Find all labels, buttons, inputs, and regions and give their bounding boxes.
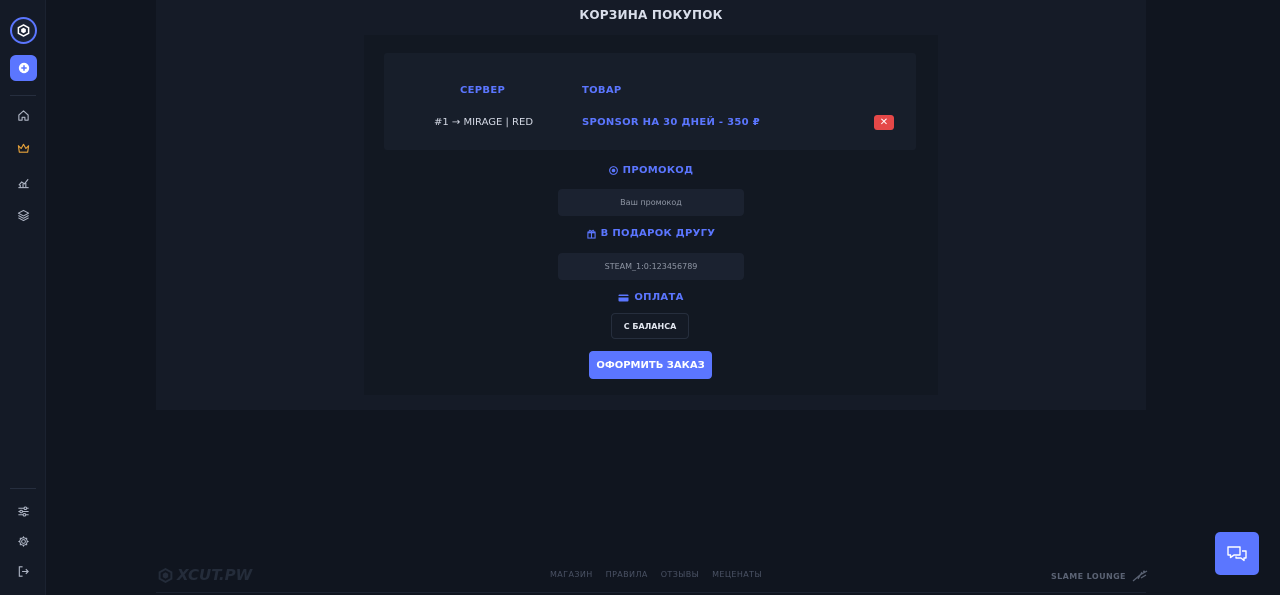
logo-icon[interactable] (10, 17, 37, 44)
support-chat-button[interactable] (1215, 532, 1259, 575)
promo-label-text: ПРОМОКОД (622, 165, 694, 176)
page-title: КОРЗИНА ПОКУПОК (579, 8, 723, 22)
cart-panel: КОРЗИНА ПОКУПОК СЕРВЕР ТОВАР #1 → MIRAGE… (156, 0, 1146, 410)
slame-lounge-logo-icon (1132, 570, 1148, 582)
footer-nav: МАГАЗИН ПРАВИЛА ОТЗЫВЫ МЕЦЕНАТЫ (550, 570, 762, 579)
credit-card-icon (618, 294, 629, 301)
gift-label-text: В ПОДАРОК ДРУГУ (600, 228, 716, 239)
crown-icon[interactable] (14, 139, 32, 157)
gift-label: В ПОДАРОК ДРУГУ (364, 228, 938, 239)
footer-link-reviews[interactable]: ОТЗЫВЫ (661, 570, 699, 579)
cart-table: СЕРВЕР ТОВАР #1 → MIRAGE | RED SPONSOR Н… (384, 53, 916, 150)
home-icon[interactable] (14, 106, 32, 124)
promo-code-input[interactable] (558, 189, 744, 216)
footer-link-patrons[interactable]: МЕЦЕНАТЫ (712, 570, 762, 579)
footer-logo-text: XCUT.PW (177, 566, 253, 584)
sliders-icon[interactable] (14, 502, 32, 520)
footer-divider (156, 592, 1146, 593)
chat-icon (1227, 545, 1247, 561)
footer-credit-text: SLAME LOUNGE (1051, 571, 1126, 581)
footer-logo[interactable]: XCUT.PW (158, 566, 252, 584)
chart-icon[interactable] (14, 173, 32, 191)
payment-label-text: ОПЛАТА (634, 292, 684, 303)
sidebar (0, 0, 46, 595)
layers-icon[interactable] (14, 206, 32, 224)
checkout-form: СЕРВЕР ТОВАР #1 → MIRAGE | RED SPONSOR Н… (364, 35, 938, 395)
plus-icon[interactable] (10, 55, 37, 81)
column-header-product: ТОВАР (582, 85, 622, 96)
cart-item-product: SPONSOR НА 30 ДНЕЙ - 350 ₽ (582, 117, 760, 128)
brand-hex-icon (158, 567, 173, 583)
footer-link-rules[interactable]: ПРАВИЛА (606, 570, 648, 579)
logout-icon[interactable] (14, 562, 32, 580)
payment-method-balance[interactable]: С БАЛАНСА (611, 313, 689, 339)
promo-label: ПРОМОКОД (364, 165, 938, 176)
steam-id-input[interactable] (558, 253, 744, 280)
payment-label: ОПЛАТА (364, 292, 938, 303)
footer-credit[interactable]: SLAME LOUNGE (1051, 569, 1148, 583)
sidebar-divider (10, 488, 36, 489)
place-order-button[interactable]: ОФОРМИТЬ ЗАКАЗ (589, 351, 712, 379)
gift-icon (587, 229, 596, 239)
promo-icon (608, 166, 618, 175)
sidebar-divider (10, 95, 36, 96)
gear-icon[interactable] (14, 532, 32, 550)
remove-item-button[interactable]: ✕ (874, 115, 894, 130)
column-header-server: СЕРВЕР (460, 85, 506, 96)
footer-link-shop[interactable]: МАГАЗИН (550, 570, 593, 579)
cart-item-server: #1 → MIRAGE | RED (434, 117, 534, 128)
